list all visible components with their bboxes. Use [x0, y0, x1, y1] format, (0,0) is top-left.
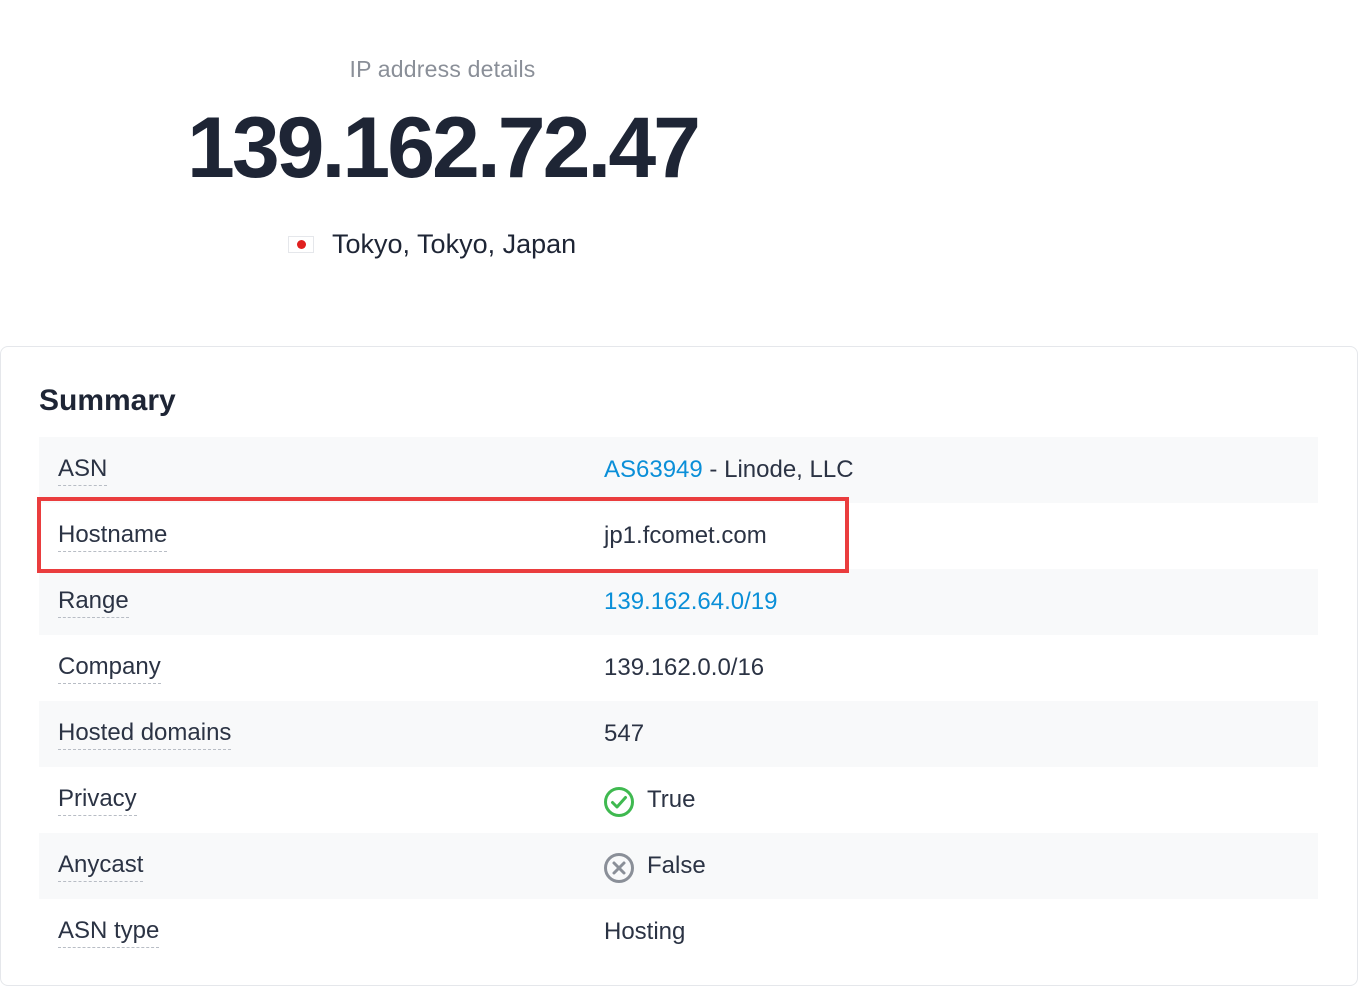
page-subtitle: IP address details: [349, 56, 536, 82]
privacy-label[interactable]: Privacy: [58, 784, 137, 816]
company-value: 139.162.0.0/16: [604, 654, 765, 681]
company-label[interactable]: Company: [58, 652, 161, 684]
hostname-value: jp1.fcomet.com: [604, 522, 767, 549]
privacy-value-text: True: [647, 786, 696, 813]
location-text: Tokyo, Tokyo, Japan: [332, 228, 577, 259]
anycast-label[interactable]: Anycast: [58, 850, 144, 882]
table-row-range: Range 139.162.64.0/19: [39, 569, 1318, 635]
asn-value: AS63949 - Linode, LLC: [604, 455, 854, 485]
table-row-anycast: Anycast False: [39, 833, 1318, 899]
asn-type-value: Hosting: [604, 918, 686, 945]
ip-address-title: 139.162.72.47: [187, 100, 701, 196]
anycast-value-text: False: [647, 852, 706, 879]
hosted-domains-value: 547: [604, 720, 645, 747]
table-row-asn: ASN AS63949 - Linode, LLC: [39, 437, 1318, 503]
table-row-company: Company 139.162.0.0/16: [39, 635, 1318, 701]
x-circle-icon: [604, 853, 634, 883]
asn-org: - Linode, LLC: [702, 456, 854, 483]
location-line: Tokyo, Tokyo, Japan: [288, 226, 576, 262]
range-link[interactable]: 139.162.64.0/19: [604, 587, 778, 617]
table-row-privacy: Privacy True: [39, 767, 1318, 833]
summary-table: ASN AS63949 - Linode, LLC Hostname jp1.f…: [39, 437, 1318, 965]
anycast-value: False: [604, 849, 706, 883]
japan-flag-icon: [288, 235, 314, 253]
table-row-asn-type: ASN type Hosting: [39, 899, 1318, 965]
asn-link[interactable]: AS63949: [604, 455, 703, 485]
hosted-domains-label[interactable]: Hosted domains: [58, 718, 232, 750]
asn-label[interactable]: ASN: [58, 454, 108, 486]
ip-hero: IP address details 139.162.72.47 Tokyo, …: [0, 0, 885, 330]
summary-title: Summary: [39, 384, 176, 417]
hostname-label[interactable]: Hostname: [58, 520, 168, 552]
range-label[interactable]: Range: [58, 586, 129, 618]
table-row-hostname: Hostname jp1.fcomet.com: [39, 503, 1318, 569]
table-row-hosted-domains: Hosted domains 547: [39, 701, 1318, 767]
check-circle-icon: [604, 787, 634, 817]
privacy-value: True: [604, 783, 695, 817]
asn-type-label[interactable]: ASN type: [58, 916, 160, 948]
